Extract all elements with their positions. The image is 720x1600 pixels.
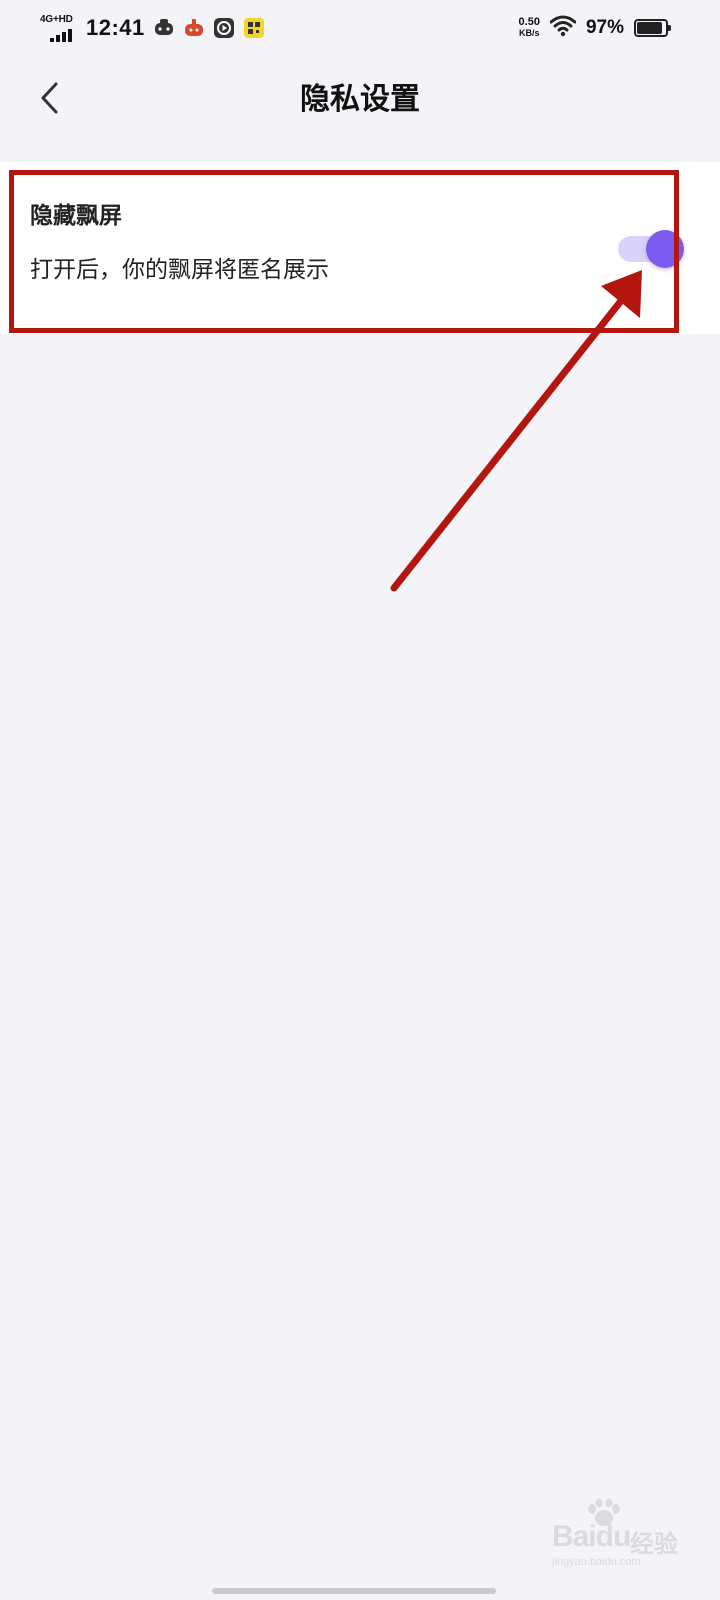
home-indicator[interactable] xyxy=(212,1588,496,1594)
red-app-icon xyxy=(183,17,205,39)
settings-card: 隐藏飘屏 打开后，你的飘屏将匿名展示 xyxy=(0,162,720,334)
paw-icon xyxy=(586,1498,622,1532)
network-type: 4G+HD xyxy=(40,14,73,25)
page-title: 隐私设置 xyxy=(300,82,420,117)
status-bar-right: 0.50 KB/s 97% xyxy=(519,12,671,44)
watermark-cn: 经验 xyxy=(630,1530,678,1558)
signal-strength-icon xyxy=(50,29,72,42)
wifi-icon xyxy=(549,15,577,41)
media-player-icon xyxy=(213,17,235,39)
status-bar-left: 4G+HD 12:41 xyxy=(40,10,265,46)
watermark-url: jingyan.baidu.com xyxy=(552,1556,641,1568)
watermark: Baidu 经验 jingyan.baidu.com xyxy=(552,1498,682,1568)
game-controller-icon xyxy=(153,17,175,39)
battery-percent: 97% xyxy=(585,17,624,38)
network-indicator: 4G+HD xyxy=(40,14,78,42)
watermark-logo: Baidu xyxy=(552,1520,631,1553)
setting-row-hide-floating-screen: 隐藏飘屏 打开后，你的飘屏将匿名展示 xyxy=(0,162,720,334)
nav-bar: 隐私设置 xyxy=(0,56,720,160)
clock: 12:41 xyxy=(86,15,145,40)
yellow-app-icon xyxy=(243,17,265,39)
network-speed: 0.50 KB/s xyxy=(519,17,540,39)
battery-level xyxy=(637,22,663,34)
network-speed-unit: KB/s xyxy=(519,28,540,38)
toggle-knob xyxy=(646,230,684,268)
battery-icon xyxy=(634,19,671,37)
hide-floating-screen-toggle[interactable] xyxy=(618,230,686,268)
setting-title: 隐藏飘屏 xyxy=(30,203,122,229)
setting-description: 打开后，你的飘屏将匿名展示 xyxy=(30,257,329,283)
status-bar: 4G+HD 12:41 0.50 KB/s 97% xyxy=(0,0,720,56)
network-speed-value: 0.50 xyxy=(518,16,540,28)
